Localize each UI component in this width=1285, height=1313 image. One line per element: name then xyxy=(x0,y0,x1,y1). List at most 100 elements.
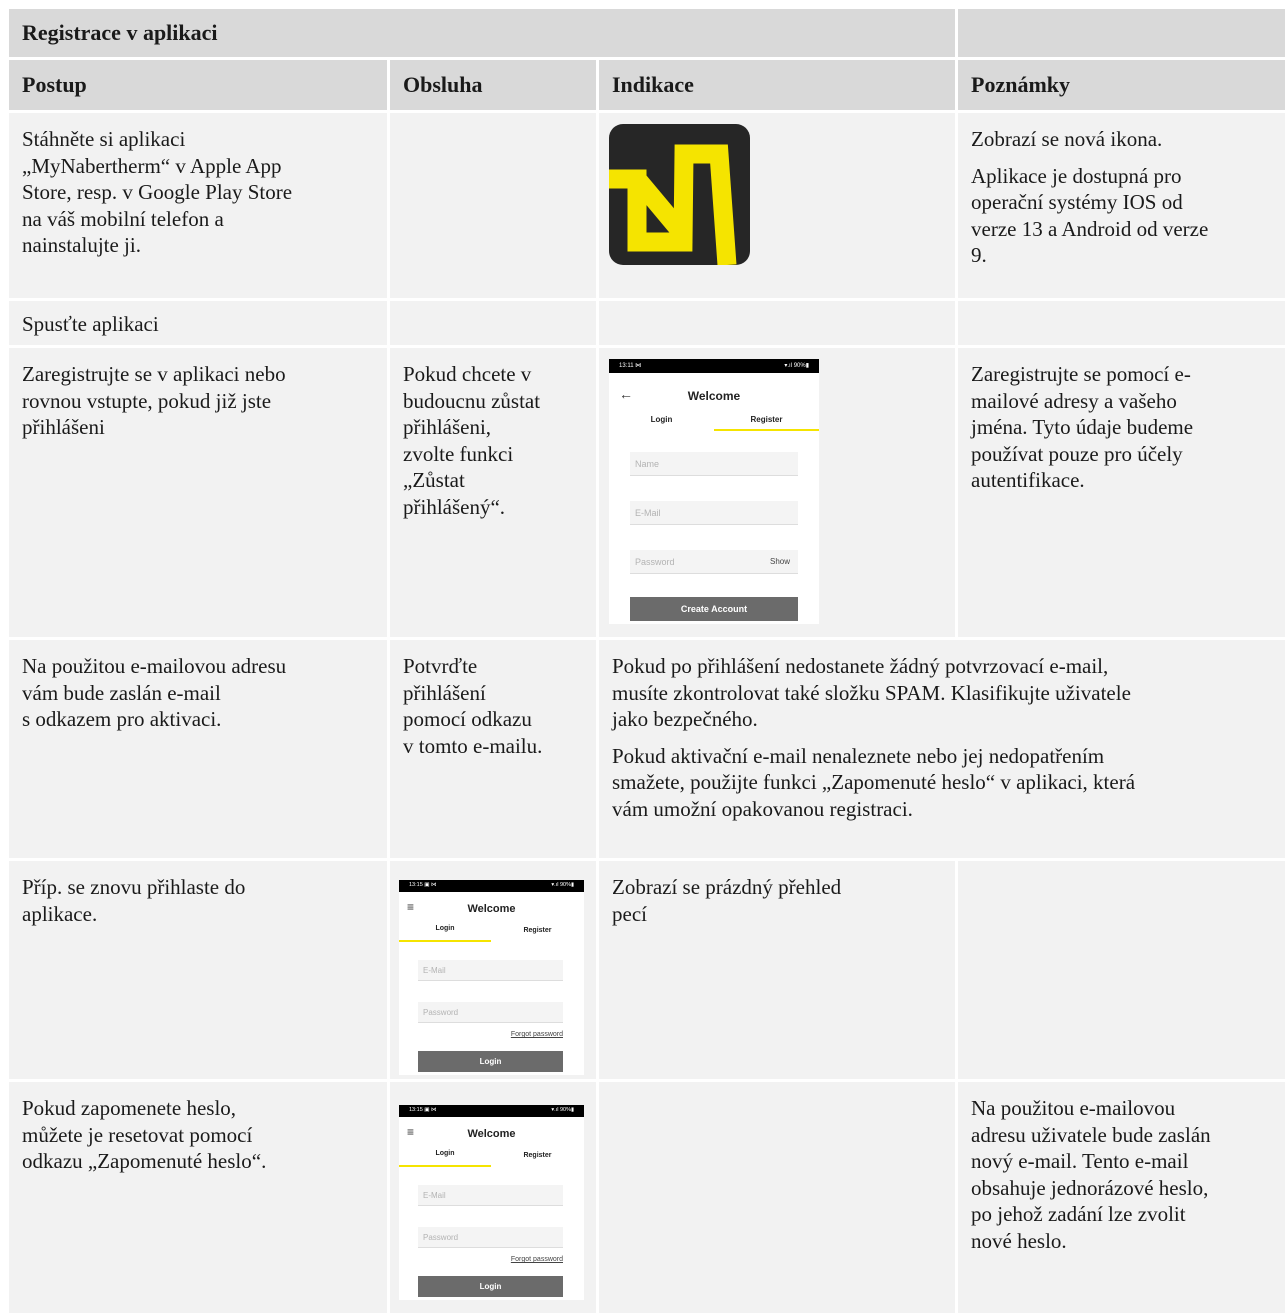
text-line: Spusťte aplikaci xyxy=(22,312,159,336)
email-field: E-Mail xyxy=(630,501,798,525)
text-line: nový e-mail. Tento e-mail xyxy=(971,1149,1189,1173)
text-line: smažete, použijte funkci „Zapomenuté hes… xyxy=(612,770,1136,794)
text-line: přihlášeni, xyxy=(403,415,492,439)
text-line: přihlášeni xyxy=(22,415,105,439)
column-header-label: Postup xyxy=(22,72,87,97)
text-line: Na použitou e-mailovou xyxy=(971,1096,1176,1120)
status-time: 13:15 ▣ ⋈ xyxy=(409,1107,437,1114)
text-line: Aplikace je dostupná pro xyxy=(971,163,1182,188)
note-paragraph: Aplikace je dostupná pro operační systém… xyxy=(971,163,1272,269)
password-placeholder: Password xyxy=(423,1007,459,1017)
text-line: odkazu „Zapomenuté heslo“. xyxy=(22,1149,267,1173)
text-line: na váš mobilní telefon a xyxy=(22,206,224,231)
row6-poznamky: Na použitou e-mailovou adresu uživatele … xyxy=(958,1082,1285,1313)
row2-obsluha xyxy=(390,301,596,345)
tab-active-indicator xyxy=(399,940,491,942)
welcome-title: Welcome xyxy=(467,1128,516,1140)
text-line: nainstalujte ji. xyxy=(22,233,141,257)
status-bar: 13:15 ▣ ⋈ ▾.ıl 90%▮ xyxy=(399,880,584,892)
status-time: 13:15 ▣ ⋈ xyxy=(409,882,437,889)
login-screen-screenshot: 13:15 ▣ ⋈ ▾.ıl 90%▮ ≡ Welcome Login Regi… xyxy=(399,880,584,1075)
create-account-button: Create Account xyxy=(630,597,798,621)
login-button: Login xyxy=(418,1051,563,1072)
tab-login: Login xyxy=(435,925,455,932)
section-title: Registrace v aplikaci xyxy=(9,9,955,57)
password-placeholder: Password xyxy=(423,1232,459,1242)
text-line: vám umožní opakovanou registraci. xyxy=(612,796,913,821)
column-header-poznamky: Poznámky xyxy=(958,60,1285,110)
password-field: Password xyxy=(418,1227,563,1248)
text-line: rovnou vstupte, pokud již jste xyxy=(22,388,272,413)
text-line: Pokud zapomenete heslo, xyxy=(22,1096,237,1120)
note-paragraph: Zobrazí se nová ikona. xyxy=(971,126,1272,153)
text-line: jména. Tyto údaje budeme xyxy=(971,415,1194,439)
text-line: Potvrďte xyxy=(403,654,478,678)
row5-indikace: Zobrazí se prázdný přehled pecí xyxy=(599,861,955,1079)
text-line: mailové adresy a vašeho xyxy=(971,388,1177,413)
text-line: budoucnu zůstat xyxy=(403,388,541,413)
text-line: Zaregistrujte se pomocí e- xyxy=(971,362,1191,386)
text-line: Zobrazí se nová ikona. xyxy=(971,127,1163,151)
text-line: používat pouze pro účely xyxy=(971,441,1183,466)
text-line: autentifikace. xyxy=(971,468,1085,492)
text-line: po jehož zadání lze zvolit xyxy=(971,1202,1186,1226)
column-header-label: Poznámky xyxy=(971,72,1070,97)
text-line: přihlášení xyxy=(403,680,486,705)
text-line: Pokud po přihlášení nedostanete žádný po… xyxy=(612,654,1109,678)
mynabertherm-app-icon xyxy=(609,124,750,265)
text-line: „Zůstat xyxy=(403,468,465,492)
password-placeholder: Password xyxy=(635,556,675,567)
text-line: Zaregistrujte se v aplikaci nebo xyxy=(22,362,286,386)
row4-merged-note: Pokud po přihlášení nedostanete žádný po… xyxy=(599,640,1285,858)
status-bar: 13:11 ⋈ ▾.ıl 90%▮ xyxy=(609,359,819,373)
tab-active-indicator xyxy=(399,1165,491,1167)
text-line: nové heslo. xyxy=(971,1228,1067,1253)
email-placeholder: E-Mail xyxy=(423,1190,446,1200)
text-line: v tomto e-mailu. xyxy=(403,733,543,758)
register-screen-screenshot: 13:11 ⋈ ▾.ıl 90%▮ ← Welcome Login Regist… xyxy=(609,359,819,624)
tab-register: Register xyxy=(523,1152,552,1159)
column-header-postup: Postup xyxy=(9,60,387,110)
note-paragraph: Pokud po přihlášení nedostanete žádný po… xyxy=(612,653,1272,733)
column-header-label: Obsluha xyxy=(403,72,483,97)
status-icons: ▾.ıl 90%▮ xyxy=(551,1107,574,1114)
password-field: Password xyxy=(418,1002,563,1023)
document-page: Registrace v aplikaci Postup Obsluha Ind… xyxy=(0,0,1285,1313)
text-line: vám bude zaslán e-mail xyxy=(22,680,221,705)
status-bar: 13:15 ▣ ⋈ ▾.ıl 90%▮ xyxy=(399,1105,584,1117)
column-header-label: Indikace xyxy=(612,72,694,97)
row6-postup: Pokud zapomenete heslo, můžete je reseto… xyxy=(9,1082,387,1313)
n-logo-icon xyxy=(609,144,737,265)
row4-obsluha: Potvrďte přihlášení pomocí odkazu v tomt… xyxy=(390,640,596,858)
status-time: 13:11 ⋈ xyxy=(619,363,642,369)
text-line: Na použitou e-mailovou adresu xyxy=(22,654,287,678)
row2-indikace xyxy=(599,301,955,345)
welcome-title: Welcome xyxy=(687,389,741,403)
forgot-password-link: Forgot password xyxy=(510,1031,563,1038)
row1-obsluha xyxy=(390,113,596,298)
login-screen-screenshot-forgot: 13:15 ▣ ⋈ ▾.ıl 90%▮ ≡ Welcome Login Regi… xyxy=(399,1105,584,1300)
tab-register: Register xyxy=(523,927,552,934)
row3-obsluha: Pokud chcete v budoucnu zůstat přihlášen… xyxy=(390,348,596,637)
text-line: přihlášený“. xyxy=(403,494,506,519)
section-title-empty-cell xyxy=(958,9,1285,57)
text-line: musíte zkontrolovat také složku SPAM. Kl… xyxy=(612,680,1131,705)
email-field: E-Mail xyxy=(418,1185,563,1206)
text-line: můžete je resetovat pomocí xyxy=(22,1122,253,1147)
text-line: aplikace. xyxy=(22,901,98,926)
text-line: Zobrazí se prázdný přehled xyxy=(612,875,842,899)
login-button: Login xyxy=(418,1276,563,1297)
text-line: 9. xyxy=(971,243,987,267)
text-line: Stáhněte si aplikaci xyxy=(22,127,186,151)
row1-postup: Stáhněte si aplikaci „MyNabertherm“ v Ap… xyxy=(9,113,387,298)
text-line: obsahuje jednorázové heslo, xyxy=(971,1175,1209,1200)
tab-active-indicator xyxy=(714,429,819,431)
row5-poznamky xyxy=(958,861,1285,1079)
column-header-indikace: Indikace xyxy=(599,60,955,110)
row3-poznamky: Zaregistrujte se pomocí e- mailové adres… xyxy=(958,348,1285,637)
note-paragraph: Pokud aktivační e-mail nenaleznete nebo … xyxy=(612,743,1272,823)
password-field: Password Show xyxy=(630,550,798,574)
text-line: Store, resp. v Google Play Store xyxy=(22,180,293,204)
name-placeholder: Name xyxy=(635,458,660,469)
email-field: E-Mail xyxy=(418,960,563,981)
